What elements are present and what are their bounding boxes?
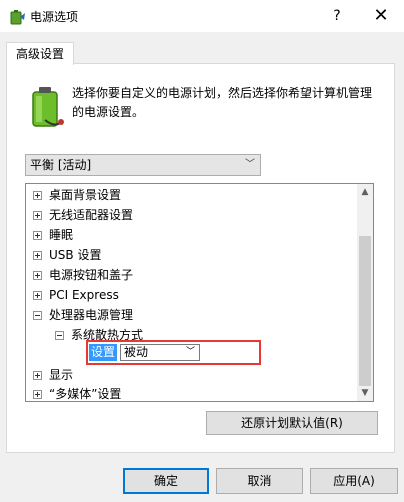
collapse-icon[interactable] xyxy=(55,331,64,340)
power-options-icon xyxy=(10,10,25,25)
title-bar: 电源选项 ? ✕ xyxy=(0,0,404,32)
setting-label: 设置 xyxy=(89,344,118,361)
advanced-settings-panel: 选择你要自定义的电源计划，然后选择你希望计算机管理的电源设置。 平衡 [活动] … xyxy=(6,63,395,453)
expand-icon[interactable] xyxy=(33,291,42,300)
expand-icon[interactable] xyxy=(33,271,42,280)
power-plan-select[interactable]: 平衡 [活动] ﹀ xyxy=(25,154,261,176)
expand-icon[interactable] xyxy=(33,251,42,260)
expand-icon[interactable] xyxy=(33,371,42,380)
chevron-down-icon: ﹀ xyxy=(245,159,255,170)
scroll-down-icon[interactable]: ▼ xyxy=(357,385,373,401)
chevron-down-icon: ﹀ xyxy=(185,347,195,357)
restore-defaults-button[interactable]: 还原计划默认值(R) xyxy=(206,411,378,435)
battery-icon xyxy=(32,87,64,127)
scroll-up-icon[interactable]: ▲ xyxy=(357,184,373,200)
expand-icon[interactable] xyxy=(33,191,42,200)
settings-tree[interactable]: 桌面背景设置 无线适配器设置 睡眠 USB 设置 电源按钮和盖子 PCI Exp… xyxy=(25,183,374,402)
tree-item-desktop-background[interactable]: 桌面背景设置 xyxy=(33,185,121,205)
tab-advanced-settings[interactable]: 高级设置 xyxy=(6,42,74,65)
help-button[interactable]: ? xyxy=(322,4,352,28)
power-plan-value: 平衡 [活动] xyxy=(30,158,92,172)
expand-icon[interactable] xyxy=(33,231,42,240)
cooling-setting-row: 设置 被动 ﹀ xyxy=(86,340,261,365)
tree-item-multimedia[interactable]: “多媒体”设置 xyxy=(33,384,121,401)
cancel-button[interactable]: 取消 xyxy=(216,468,303,494)
apply-button[interactable]: 应用(A) xyxy=(310,468,398,494)
tree-item-sleep[interactable]: 睡眠 xyxy=(33,225,73,245)
collapse-icon[interactable] xyxy=(33,311,42,320)
tree-item-wireless-adapter[interactable]: 无线适配器设置 xyxy=(33,205,133,225)
tree-item-display[interactable]: 显示 xyxy=(33,365,73,385)
scroll-thumb[interactable] xyxy=(359,236,371,386)
ok-button[interactable]: 确定 xyxy=(123,468,209,494)
tree-item-usb-settings[interactable]: USB 设置 xyxy=(33,245,101,265)
cooling-policy-value: 被动 xyxy=(124,345,149,359)
tree-item-power-buttons-lid[interactable]: 电源按钮和盖子 xyxy=(33,265,133,285)
close-button[interactable]: ✕ xyxy=(364,4,398,28)
tree-item-pci-express[interactable]: PCI Express xyxy=(33,285,119,305)
description-text: 选择你要自定义的电源计划，然后选择你希望计算机管理的电源设置。 xyxy=(72,86,373,119)
expand-icon[interactable] xyxy=(33,211,42,220)
tree-item-processor-power[interactable]: 处理器电源管理 xyxy=(33,305,133,325)
expand-icon[interactable] xyxy=(33,390,42,399)
cooling-policy-select[interactable]: 被动 ﹀ xyxy=(120,344,200,361)
window-title: 电源选项 xyxy=(30,10,79,24)
tree-scrollbar[interactable]: ▲ ▼ xyxy=(357,184,373,401)
